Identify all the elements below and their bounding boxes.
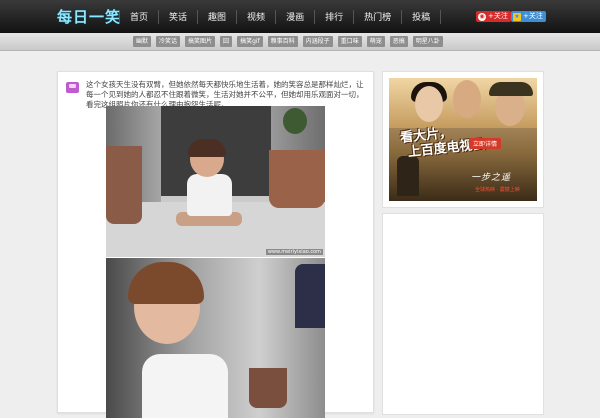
qq-follow-label: +关注 [523, 12, 543, 20]
nav-item-videos[interactable]: 视频 [239, 10, 273, 23]
movie-ad-banner[interactable]: 看大片， 上百度电视云HD 立即详情 一步之遥 全球热映 · 震撼上映 [389, 78, 537, 201]
tag-item[interactable]: 明星八卦 [412, 36, 443, 47]
nav-separator [119, 9, 120, 24]
nav-separator [236, 9, 238, 24]
ad-movie-logo: 一步之遥 [471, 173, 512, 183]
photo-plant [283, 108, 307, 134]
nav-item-jokes[interactable]: 笑话 [161, 10, 195, 23]
tag-item[interactable]: 内涵段子 [302, 36, 333, 47]
tag-item[interactable]: 糗事百科 [267, 36, 298, 47]
post-photo-1[interactable]: www.meiriyixiao.com [106, 106, 325, 257]
nav-separator [401, 9, 403, 24]
nav-item-comics[interactable]: 漫画 [278, 10, 312, 23]
tag-item[interactable]: 恶搞 [389, 36, 408, 47]
qq-follow-button[interactable]: ★ +关注 [511, 11, 546, 22]
tag-item[interactable]: 搞笑gif [237, 36, 263, 47]
ad-figure-hat [489, 82, 533, 96]
top-nav-bar: 每日一笑 首页 笑话 趣图 视频 漫画 排行 热门榜 投稿 ◉ +关注 ★ +关… [0, 0, 600, 33]
photo-flowerpot [269, 150, 325, 208]
sidebar-widget [382, 213, 544, 415]
ad-details-button[interactable]: 立即详情 [469, 138, 502, 149]
nav-separator [197, 9, 199, 24]
weibo-icon: ◉ [478, 12, 486, 21]
nav-separator [314, 9, 316, 24]
sidebar-ad-card: 看大片， 上百度电视云HD 立即详情 一步之遥 全球热映 · 震撼上映 [382, 71, 544, 208]
nav-item-pictures[interactable]: 趣图 [200, 10, 234, 23]
photo-person [295, 264, 325, 328]
tag-item[interactable]: 囧 [220, 36, 233, 47]
tag-bar: 幽默 冷笑话 搞笑图片 囧 搞笑gif 糗事百科 内涵段子 重口味 萌宠 恶搞 … [0, 33, 600, 51]
photo-flowerpot [106, 146, 142, 224]
nav-separator [158, 9, 160, 24]
weibo-follow-label: +关注 [488, 12, 508, 20]
nav-item-hot[interactable]: 热门榜 [356, 10, 399, 23]
ad-figure [453, 80, 481, 118]
ad-subtitle: 全球热映 · 震撼上映 [475, 187, 520, 193]
nav-separator [440, 9, 442, 24]
main-nav: 首页 笑话 趣图 视频 漫画 排行 热门榜 投稿 [117, 0, 443, 33]
photo-child-body [142, 354, 228, 418]
photo-watermark: www.meiriyixiao.com [265, 249, 323, 255]
user-avatar[interactable] [66, 82, 79, 93]
nav-separator [275, 9, 277, 24]
nav-separator [353, 9, 355, 24]
photo-flowerpot [249, 368, 287, 408]
tag-item[interactable]: 搞笑图片 [185, 36, 216, 47]
tag-item[interactable]: 冷笑话 [156, 36, 181, 47]
post-card: 这个女孩天生没有双臂，但她依然每天都快乐地生活着，她的笑容总是那样灿烂，让每一个… [57, 71, 374, 418]
photo-child-body [187, 174, 232, 216]
photo-child-hair [188, 139, 226, 157]
nav-item-submit[interactable]: 投稿 [404, 10, 438, 23]
tag-item[interactable]: 重口味 [337, 36, 362, 47]
post-photo-2[interactable] [106, 258, 325, 418]
site-logo[interactable]: 每日一笑 [57, 6, 121, 27]
nav-item-home[interactable]: 首页 [122, 10, 156, 23]
nav-item-ranking[interactable]: 排行 [317, 10, 351, 23]
tag-item[interactable]: 幽默 [133, 36, 152, 47]
weibo-follow-button[interactable]: ◉ +关注 [476, 11, 511, 22]
tag-item[interactable]: 萌宠 [366, 36, 385, 47]
qq-icon: ★ [513, 12, 521, 21]
tag-list: 幽默 冷笑话 搞笑图片 囧 搞笑gif 糗事百科 内涵段子 重口味 萌宠 恶搞 … [133, 36, 443, 47]
ad-figure [415, 86, 443, 122]
